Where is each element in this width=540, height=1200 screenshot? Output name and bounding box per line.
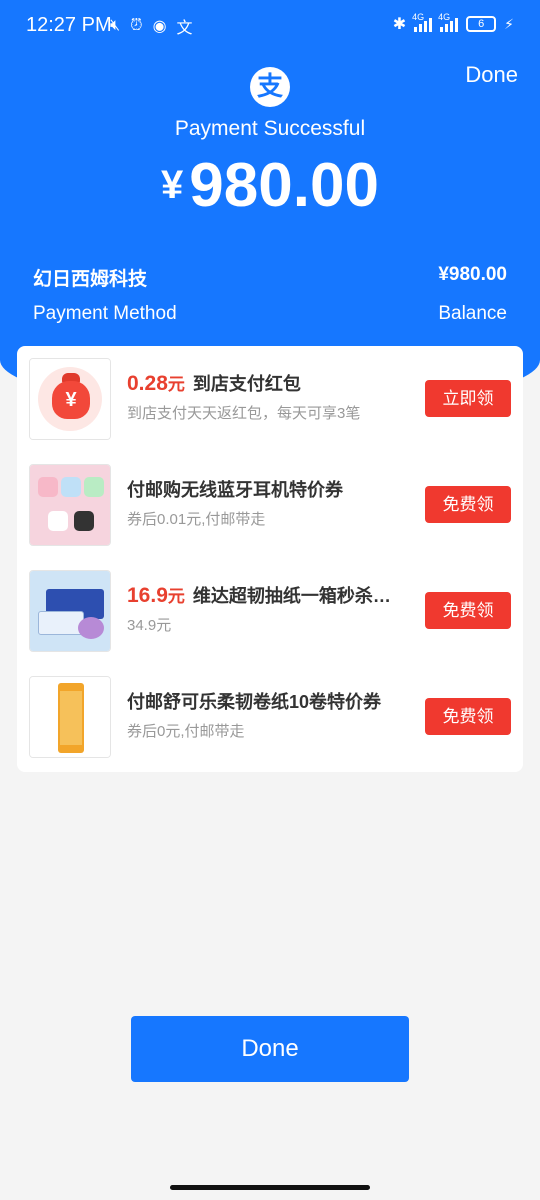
offer-price: 16.9元 bbox=[127, 584, 185, 607]
payment-status-title: Payment Successful bbox=[174, 117, 366, 140]
red-envelope-icon: ¥ bbox=[29, 358, 111, 440]
offer-subtitle: 到店支付天天返红包，每天可享3笔 bbox=[127, 405, 361, 422]
translate-icon: 文 bbox=[176, 20, 193, 37]
network-type-1: 4G bbox=[412, 12, 425, 22]
status-icons-left: 🔇︎ ⏰︎ ◉ 文 bbox=[110, 14, 193, 38]
claim-free-button[interactable]: 免费领 bbox=[425, 698, 511, 735]
offer-item-toilet-paper[interactable]: 付邮舒可乐柔韧卷纸10卷特价券 券后0元,付邮带走 免费领 bbox=[29, 676, 511, 760]
app-notification-icon: ◉ bbox=[152, 18, 167, 35]
done-button[interactable]: Done bbox=[131, 1016, 409, 1082]
signal-icon-2: 4G bbox=[438, 12, 459, 32]
offer-title: 16.9元 维达超韧抽纸一箱秒杀… bbox=[127, 584, 391, 607]
merchant-row: 幻日西姆科技 ¥980.00 bbox=[33, 264, 507, 291]
home-indicator[interactable] bbox=[170, 1185, 370, 1190]
earbuds-product-image bbox=[29, 464, 111, 546]
payment-method-label: Payment Method bbox=[33, 303, 177, 324]
offer-title: 付邮购无线蓝牙耳机特价券 bbox=[127, 480, 343, 500]
offer-subtitle: 券后0.01元,付邮带走 bbox=[127, 511, 266, 528]
offer-text: 0.28元 到店支付红包 到店支付天天返红包，每天可享3笔 bbox=[127, 370, 417, 423]
mute-icon: 🔇︎ bbox=[110, 17, 121, 34]
payment-method-row: Payment Method Balance bbox=[33, 303, 507, 325]
currency-symbol: ¥ bbox=[161, 163, 184, 207]
payment-amount: ¥980.00 bbox=[0, 150, 540, 221]
toilet-paper-product-image bbox=[29, 676, 111, 758]
offer-title: 付邮舒可乐柔韧卷纸10卷特价券 bbox=[127, 692, 382, 712]
offer-subtitle: 34.9元 bbox=[127, 617, 172, 634]
offer-item-red-envelope[interactable]: ¥ 0.28元 到店支付红包 到店支付天天返红包，每天可享3笔 立即领 bbox=[29, 358, 511, 442]
merchant-name: 幻日西姆科技 bbox=[33, 269, 148, 290]
tissue-product-image bbox=[29, 570, 111, 652]
status-time: 12:27 PM bbox=[26, 14, 112, 36]
alipay-logo-icon: 支 bbox=[250, 67, 290, 107]
merchant-amount: ¥980.00 bbox=[438, 264, 507, 285]
claim-free-button[interactable]: 免费领 bbox=[425, 592, 511, 629]
battery-icon: 6 bbox=[466, 16, 497, 32]
offer-text: 付邮舒可乐柔韧卷纸10卷特价券 券后0元,付邮带走 bbox=[127, 688, 417, 741]
signal-icon-1: 4G bbox=[412, 12, 433, 32]
claim-free-button[interactable]: 免费领 bbox=[425, 486, 511, 523]
status-bar: 12:27 PM 🔇︎ ⏰︎ ◉ 文 ✱ 4G 4G 6 ⚡︎ bbox=[0, 0, 540, 52]
offers-card: ¥ 0.28元 到店支付红包 到店支付天天返红包，每天可享3笔 立即领 付邮购无… bbox=[17, 346, 523, 772]
offer-title: 0.28元 到店支付红包 bbox=[127, 372, 301, 395]
bluetooth-icon: ✱ bbox=[392, 16, 407, 33]
claim-now-button[interactable]: 立即领 bbox=[425, 380, 511, 417]
amount-value: 980.00 bbox=[189, 151, 379, 220]
offer-text: 16.9元 维达超韧抽纸一箱秒杀… 34.9元 bbox=[127, 582, 417, 635]
network-type-2: 4G bbox=[438, 12, 451, 22]
offer-subtitle: 券后0元,付邮带走 bbox=[127, 723, 245, 740]
charging-icon: ⚡︎ bbox=[504, 15, 514, 32]
offer-item-earbuds[interactable]: 付邮购无线蓝牙耳机特价券 券后0.01元,付邮带走 免费领 bbox=[29, 464, 511, 548]
done-link-top[interactable]: Done bbox=[465, 62, 518, 88]
payment-method-value: Balance bbox=[438, 303, 507, 324]
offer-text: 付邮购无线蓝牙耳机特价券 券后0.01元,付邮带走 bbox=[127, 476, 417, 529]
payment-success-screen: 12:27 PM 🔇︎ ⏰︎ ◉ 文 ✱ 4G 4G 6 ⚡︎ Done 支 P… bbox=[0, 0, 540, 1200]
alarm-icon: ⏰︎ bbox=[130, 17, 143, 34]
offer-item-tissue[interactable]: 16.9元 维达超韧抽纸一箱秒杀… 34.9元 免费领 bbox=[29, 570, 511, 654]
status-icons-right: ✱ 4G 4G 6 ⚡︎ bbox=[392, 12, 514, 34]
offer-price: 0.28元 bbox=[127, 372, 185, 395]
